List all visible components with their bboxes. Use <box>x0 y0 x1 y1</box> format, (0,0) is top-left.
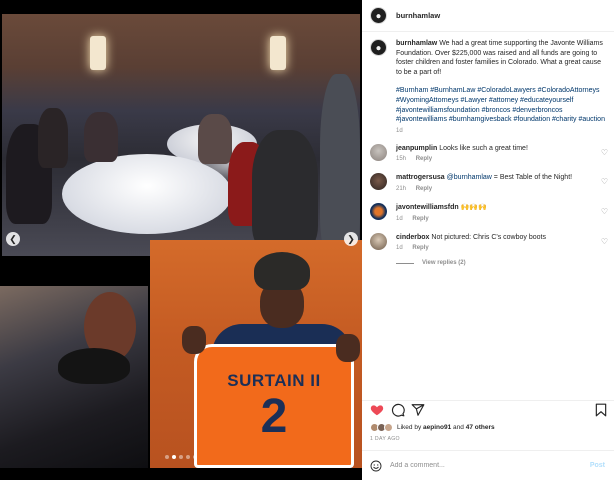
comment-meta: 1d Reply <box>396 245 606 251</box>
action-bar: Liked by aepino91 and 47 others 1 DAY AG… <box>362 400 614 450</box>
comment-body: Not pictured: Chris C's cowboy boots <box>431 233 546 241</box>
heart-icon[interactable]: ♡ <box>601 237 608 246</box>
jersey-name: SURTAIN II <box>227 371 321 390</box>
photo-collage: SURTAIN II 2 <box>0 0 362 468</box>
comment-body: Looks like such a great time! <box>439 144 528 152</box>
comment-age: 1d <box>396 215 403 222</box>
beanie <box>254 252 310 290</box>
likes-text: Liked by aepino91 and 47 others <box>397 424 495 431</box>
comments-scroll[interactable]: burnhamlaw We had a great time supportin… <box>362 33 614 399</box>
reply-button[interactable]: Reply <box>416 186 432 192</box>
heart-icon[interactable]: ♡ <box>601 177 608 186</box>
likes-prefix: Liked by <box>397 424 422 431</box>
divider <box>396 262 414 264</box>
avatar[interactable] <box>370 173 387 191</box>
banquet-table <box>62 154 232 234</box>
broncos-jersey: SURTAIN II 2 <box>194 344 354 468</box>
guest <box>320 74 360 254</box>
avatar[interactable] <box>370 202 387 220</box>
jersey-photo: SURTAIN II 2 <box>150 240 362 468</box>
view-replies-button[interactable]: View replies (2) <box>396 260 614 266</box>
likes-summary: Liked by aepino91 and 47 others <box>362 423 614 432</box>
comment-meta: 21h Reply <box>396 186 606 192</box>
comment-username[interactable]: jeanpumplin <box>396 145 437 152</box>
reply-button[interactable]: Reply <box>412 245 428 251</box>
heart-icon[interactable]: ♡ <box>601 148 608 157</box>
comment-text: cinderbox Not pictured: Chris C's cowboy… <box>396 233 606 243</box>
avatar[interactable] <box>370 232 387 250</box>
post-photo[interactable]: SURTAIN II 2 ❮ ❯ <box>0 0 362 480</box>
post-age: 1d <box>396 127 403 134</box>
carousel-dots <box>0 455 362 459</box>
post-sidebar: burnhamlaw burnhamlaw We had a great tim… <box>362 0 614 480</box>
carousel-dot <box>165 455 169 459</box>
liker-username[interactable]: aepino91 <box>423 424 451 431</box>
guest <box>84 112 118 162</box>
comment: jeanpumplin Looks like such a great time… <box>362 143 614 162</box>
caption: burnhamlaw We had a great time supportin… <box>396 39 606 77</box>
wall-sconce <box>90 36 106 70</box>
bookmark-icon[interactable] <box>594 403 608 417</box>
caption-row: burnhamlaw We had a great time supportin… <box>362 33 614 134</box>
comment-body: = Best Table of the Night! <box>493 174 573 182</box>
mention-link[interactable]: @burnhamlaw <box>447 174 492 181</box>
comment: mattrogersusa @burnhamlaw = Best Table o… <box>362 173 614 192</box>
wall-sconce <box>270 36 286 70</box>
hashtags[interactable]: #Burnham #BurnhamLaw #ColoradoLawyers #C… <box>396 86 606 124</box>
guest <box>252 130 318 250</box>
comment-age: 15h <box>396 156 407 163</box>
hand <box>182 326 206 354</box>
comment-text: mattrogersusa @burnhamlaw = Best Table o… <box>396 173 606 183</box>
post-date: 1 DAY AGO <box>370 436 400 442</box>
cowboy-hat <box>58 348 130 384</box>
caption-meta: 1d <box>396 128 606 134</box>
post-header: burnhamlaw <box>362 0 614 32</box>
likes-connector: and <box>453 424 464 431</box>
chevron-left-icon[interactable]: ❮ <box>6 232 20 246</box>
reply-button[interactable]: Reply <box>416 156 432 162</box>
heart-icon[interactable] <box>370 403 384 417</box>
heart-icon[interactable]: ♡ <box>601 207 608 216</box>
comment-age: 21h <box>396 185 407 192</box>
comment-username[interactable]: mattrogersusa <box>396 174 445 181</box>
chevron-right-icon[interactable]: ❯ <box>344 232 358 246</box>
carousel-dot <box>172 455 176 459</box>
liker-avatar <box>384 423 393 432</box>
smile-icon[interactable] <box>370 460 382 472</box>
comment: javontewilliamsfdn 🙌🙌🙌 1d Reply ♡ <box>362 202 614 222</box>
comment-icon[interactable] <box>391 403 405 417</box>
carousel-dot <box>193 455 197 459</box>
view-replies-label: View replies (2) <box>422 260 466 267</box>
carousel-dot <box>186 455 190 459</box>
caption-username[interactable]: burnhamlaw <box>396 40 437 47</box>
comment-username[interactable]: cinderbox <box>396 234 429 241</box>
guest <box>38 108 68 168</box>
share-icon[interactable] <box>411 403 425 417</box>
comment-text: javontewilliamsfdn 🙌🙌🙌 <box>396 203 606 213</box>
comment: cinderbox Not pictured: Chris C's cowboy… <box>362 232 614 251</box>
comment-body: 🙌🙌🙌 <box>460 203 487 211</box>
reply-button[interactable]: Reply <box>412 216 428 222</box>
guest <box>198 114 232 164</box>
comment-meta: 15h Reply <box>396 156 606 162</box>
banquet-table-photo <box>2 14 360 256</box>
avatar[interactable] <box>370 39 387 56</box>
jersey-number: 2 <box>260 390 288 443</box>
guests-photo <box>0 286 148 468</box>
carousel-dot <box>179 455 183 459</box>
avatar[interactable] <box>370 143 387 161</box>
comment-age: 1d <box>396 245 403 252</box>
comment-username[interactable]: javontewilliamsfdn <box>396 204 459 211</box>
hand <box>336 334 360 362</box>
post-button[interactable]: Post <box>590 462 605 469</box>
comment-input[interactable] <box>390 462 570 469</box>
comment-composer: Post <box>362 450 614 480</box>
comment-meta: 1d Reply <box>396 216 606 222</box>
username-link[interactable]: burnhamlaw <box>396 11 440 20</box>
avatar[interactable] <box>370 7 387 24</box>
comment-text: jeanpumplin Looks like such a great time… <box>396 144 606 154</box>
likes-count-link[interactable]: 47 others <box>466 424 495 431</box>
